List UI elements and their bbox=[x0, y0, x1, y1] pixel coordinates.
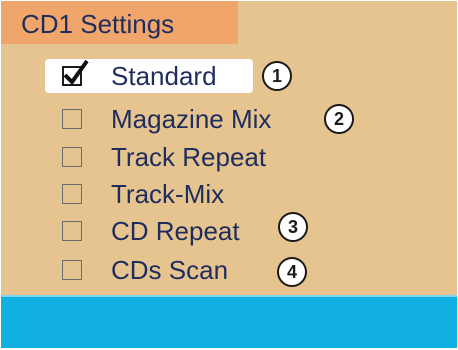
bottom-bar bbox=[1, 295, 457, 348]
cd-settings-screen: CD1 Settings Standard Magazine Mix Track… bbox=[1, 1, 457, 348]
option-label-cds-scan: CDs Scan bbox=[111, 255, 229, 285]
option-label-magazine-mix: Magazine Mix bbox=[111, 104, 272, 134]
callout-2: 2 bbox=[324, 104, 354, 134]
option-label-standard: Standard bbox=[111, 61, 217, 91]
checkbox-cds-scan[interactable] bbox=[62, 260, 82, 280]
callout-1: 1 bbox=[262, 61, 292, 91]
option-label-cd-repeat: CD Repeat bbox=[111, 216, 240, 246]
option-standard[interactable]: Standard bbox=[45, 59, 253, 93]
checkbox-standard[interactable] bbox=[62, 59, 89, 86]
page-title: CD1 Settings bbox=[21, 9, 175, 39]
option-label-track-repeat: Track Repeat bbox=[111, 142, 267, 172]
checkbox-magazine-mix[interactable] bbox=[62, 109, 82, 129]
title-bar: CD1 Settings bbox=[1, 1, 238, 44]
callout-3: 3 bbox=[278, 212, 308, 242]
checkmark-icon bbox=[63, 59, 89, 86]
checkbox-track-repeat[interactable] bbox=[62, 147, 82, 167]
checkbox-cd-repeat[interactable] bbox=[62, 221, 82, 241]
option-label-track-mix: Track-Mix bbox=[111, 179, 225, 209]
checkbox-track-mix[interactable] bbox=[62, 184, 82, 204]
callout-4: 4 bbox=[277, 257, 307, 287]
